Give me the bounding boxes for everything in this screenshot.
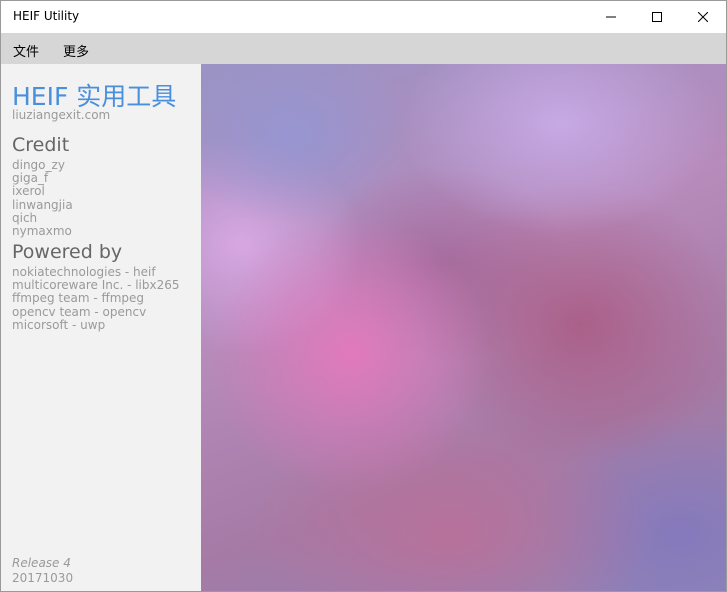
menu-file[interactable]: 文件	[13, 41, 39, 60]
build-date: 20171030	[12, 571, 74, 585]
menu-more[interactable]: 更多	[63, 41, 89, 60]
title-bar[interactable]: HEIF Utility	[1, 1, 726, 33]
maximize-button[interactable]	[634, 1, 680, 33]
powered-by-entry: micorsoft - uwp	[12, 317, 106, 332]
credit-heading: Credit	[12, 134, 70, 156]
window-title: HEIF Utility	[13, 9, 80, 23]
maximize-icon	[652, 12, 662, 22]
website-label: liuziangexit.com	[12, 108, 111, 122]
minimize-button[interactable]	[588, 1, 634, 33]
credit-name: nymaxmo	[12, 224, 72, 239]
credit-name: linwangjia	[12, 197, 73, 212]
credit-list: dingo_zy giga_f ixerol linwangjia qich n…	[12, 158, 73, 239]
close-icon	[698, 12, 708, 22]
release-label: Release 4	[12, 556, 71, 570]
credit-name: ixerol	[12, 184, 45, 199]
powered-by-entry: ffmpeg team - ffmpeg	[12, 291, 145, 306]
image-preview	[201, 64, 726, 591]
minimize-icon	[606, 16, 616, 18]
menu-bar: 文件 更多	[1, 33, 726, 64]
powered-by-entry: opencv team - opencv	[12, 304, 147, 319]
powered-by-heading: Powered by	[12, 241, 123, 263]
app-window: HEIF Utility 文件 更多 HEIF 实用工具 liuziangexi…	[0, 0, 727, 592]
close-button[interactable]	[680, 1, 726, 33]
powered-by-list: nokiatechnologies - heif multicoreware I…	[12, 265, 180, 332]
sidebar: HEIF 实用工具 liuziangexit.com Credit dingo_…	[1, 64, 201, 591]
